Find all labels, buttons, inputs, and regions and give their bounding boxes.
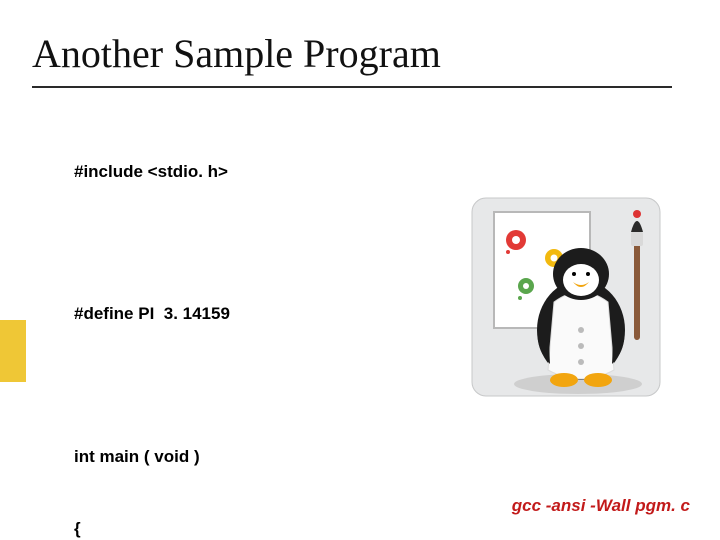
- slide: Another Sample Program #include <stdio. …: [0, 0, 720, 540]
- code-blank: [74, 374, 494, 398]
- title-underline: [32, 86, 672, 88]
- code-line: #include <stdio. h>: [74, 160, 494, 184]
- code-line: #define PI 3. 14159: [74, 302, 494, 326]
- code-line: int main ( void ): [74, 445, 494, 469]
- penguin-illustration: [466, 192, 666, 402]
- compile-command-text: gcc -ansi -Wall: [512, 496, 635, 515]
- code-block: #include <stdio. h> #define PI 3. 14159 …: [74, 112, 494, 540]
- code-line: {: [74, 517, 494, 540]
- compile-command: gcc -ansi -Wall pgm. c: [512, 496, 690, 516]
- accent-bar: [0, 320, 26, 382]
- page-title: Another Sample Program: [32, 30, 441, 77]
- penguin-svg: [466, 192, 666, 402]
- code-blank: [74, 231, 494, 255]
- compile-filename: pgm. c: [635, 496, 690, 515]
